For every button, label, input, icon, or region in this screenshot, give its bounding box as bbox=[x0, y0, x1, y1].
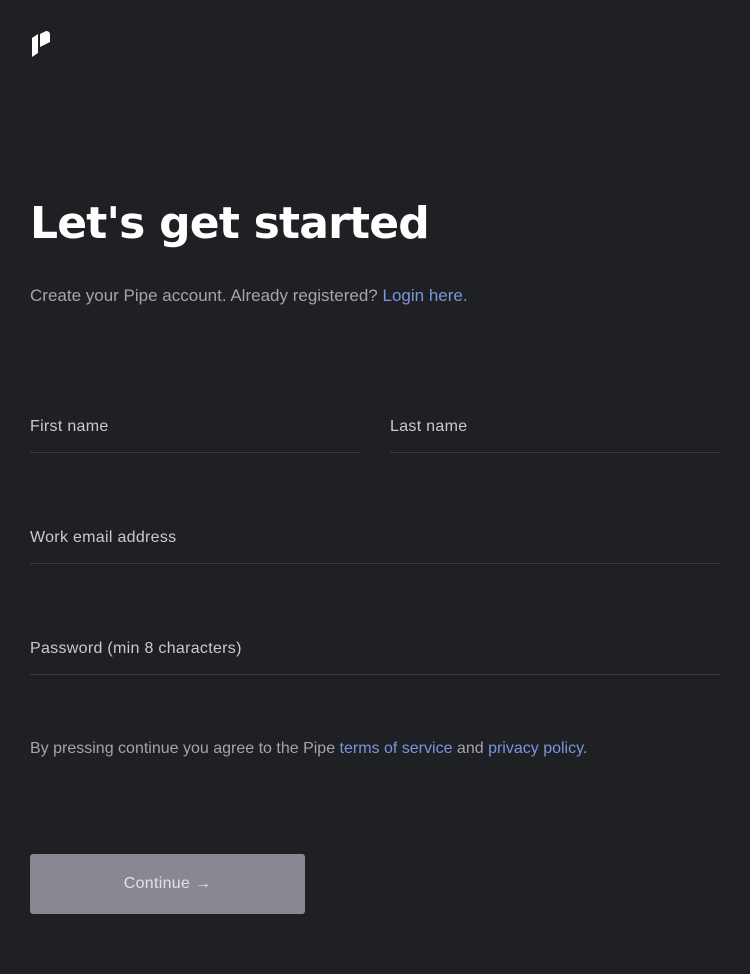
intro-text-label: Create your Pipe account. Already regist… bbox=[30, 286, 378, 305]
privacy-policy-link[interactable]: privacy policy bbox=[488, 740, 583, 757]
pipe-logo-icon bbox=[32, 31, 50, 57]
intro-text: Create your Pipe account. Already regist… bbox=[30, 286, 468, 306]
legal-notice: By pressing continue you agree to the Pi… bbox=[30, 740, 587, 758]
legal-middle: and bbox=[456, 740, 484, 757]
first-name-input[interactable] bbox=[30, 403, 360, 451]
email-field bbox=[30, 514, 720, 564]
continue-button[interactable]: Continue → bbox=[30, 854, 305, 914]
legal-suffix: . bbox=[582, 740, 588, 757]
password-input[interactable] bbox=[30, 625, 720, 673]
email-input[interactable] bbox=[30, 514, 720, 562]
last-name-input[interactable] bbox=[390, 403, 720, 451]
page-title: Let's get started bbox=[30, 198, 430, 249]
first-name-field bbox=[30, 403, 360, 453]
login-link[interactable]: Login here. bbox=[383, 286, 468, 305]
legal-prefix: By pressing continue you agree to the Pi… bbox=[30, 740, 336, 757]
terms-of-service-link[interactable]: terms of service bbox=[340, 740, 453, 757]
password-field bbox=[30, 625, 720, 675]
last-name-field bbox=[390, 403, 720, 453]
